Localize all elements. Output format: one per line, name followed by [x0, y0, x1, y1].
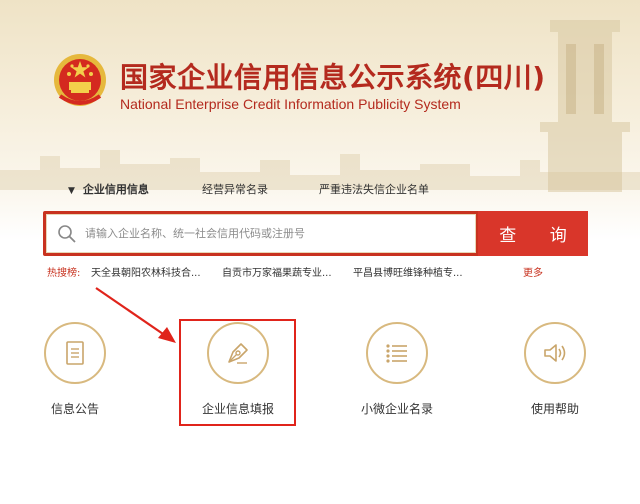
tab-enterprise-credit-info[interactable]: ▼ 企业信用信息 — [68, 181, 149, 197]
tab-abnormal-operations[interactable]: 经营异常名录 — [202, 181, 268, 197]
cityscape-decoration-icon — [0, 150, 640, 190]
document-icon — [66, 341, 84, 365]
list-icon — [386, 344, 407, 363]
feature-info-announcement[interactable]: 信息公告 — [22, 322, 132, 432]
speaker-icon — [544, 344, 566, 362]
search-field-container — [46, 214, 476, 253]
caret-down-icon: ▼ — [68, 186, 75, 196]
hot-search-label: 热搜榜: — [47, 268, 81, 279]
highlight-box — [179, 319, 296, 426]
search-input[interactable] — [85, 215, 470, 252]
feature-icon-circle — [366, 322, 428, 384]
tab-serious-violations[interactable]: 严重违法失信企业名单 — [319, 181, 429, 197]
page-title: 国家企业信用信息公示系统(四川) — [120, 61, 546, 94]
search-type-tabs: ▼ 企业信用信息 经营异常名录 严重违法失信企业名单 — [0, 181, 640, 199]
national-emblem-icon — [54, 54, 106, 106]
hot-search-bar: 热搜榜: 天全县朝阳农林科技合... 自贡市万家福果蔬专业... 平昌县博旺维锋… — [47, 264, 607, 280]
hot-search-item[interactable]: 自贡市万家福果蔬专业... — [222, 264, 332, 279]
feature-label: 信息公告 — [50, 402, 99, 416]
feature-user-help[interactable]: 使用帮助 — [502, 322, 612, 432]
feature-label: 使用帮助 — [530, 402, 579, 416]
feature-icon-circle — [524, 322, 586, 384]
page-subtitle: National Enterprise Credit Information P… — [120, 96, 461, 112]
feature-icon-circle — [44, 322, 106, 384]
search-bar: 查 询 — [43, 211, 588, 256]
hot-search-item[interactable]: 平昌县博旺维锋种植专... — [353, 264, 463, 279]
feature-small-enterprise-list[interactable]: 小微企业名录 — [344, 322, 454, 432]
search-icon — [58, 225, 76, 243]
search-button[interactable]: 查 询 — [478, 211, 588, 256]
more-link[interactable]: 更多 — [523, 264, 543, 279]
feature-label: 小微企业名录 — [360, 402, 433, 416]
hot-search-item[interactable]: 天全县朝阳农林科技合... — [91, 264, 201, 279]
header-banner: 国家企业信用信息公示系统(四川) National Enterprise Cre… — [0, 0, 640, 240]
